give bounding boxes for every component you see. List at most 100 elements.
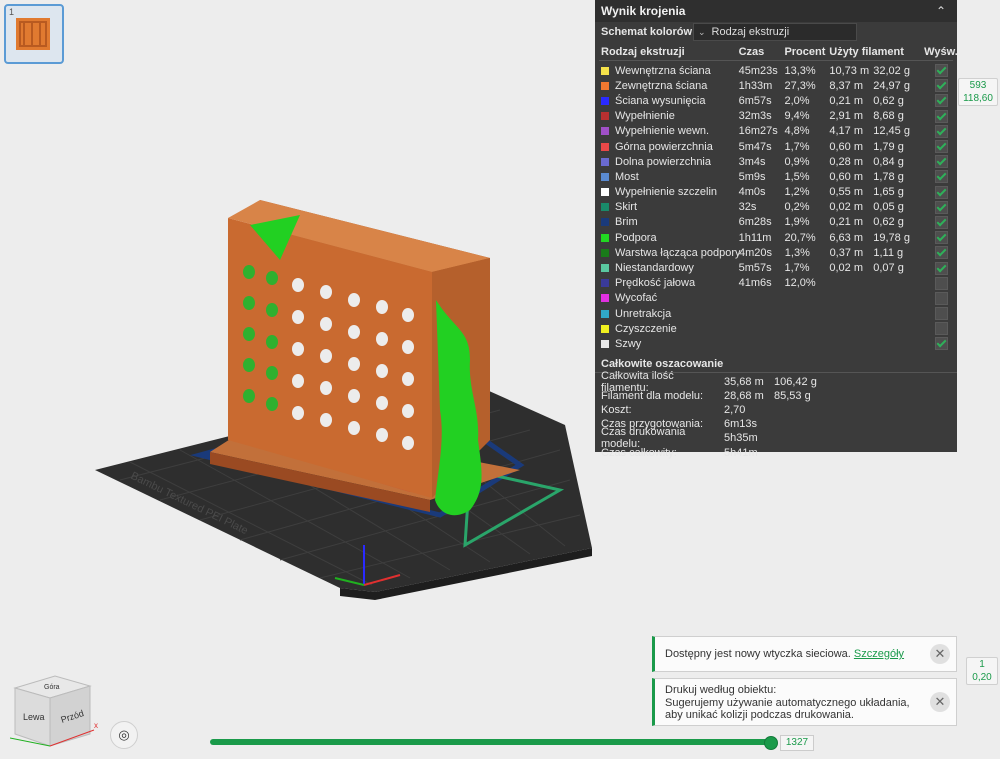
row-grams: 32,02 g	[873, 64, 910, 77]
close-icon[interactable]: ✕	[930, 644, 950, 664]
checkbox[interactable]	[934, 276, 948, 290]
estimate-row: Filament dla modelu: 28,68 m 85,53 g	[601, 389, 951, 403]
color-scheme-label: Schemat kolorów	[601, 26, 693, 38]
checkbox[interactable]	[934, 64, 948, 78]
row-time: 1h11m	[738, 231, 772, 244]
row-type: Niestandardowy	[601, 262, 739, 274]
checkbox[interactable]	[934, 79, 948, 93]
row-show-toggle[interactable]	[931, 94, 951, 108]
color-swatch	[601, 142, 609, 151]
row-type-label: Warstwa łącząca podpory	[615, 246, 741, 259]
row-type-label: Górna powierzchnia	[615, 140, 713, 153]
checkbox[interactable]	[934, 261, 948, 275]
row-show-toggle[interactable]	[931, 307, 951, 321]
color-swatch	[601, 172, 609, 181]
estimate-value: 28,68 m	[724, 389, 764, 402]
checkbox[interactable]	[934, 170, 948, 184]
plate-thumbnail[interactable]: 1	[4, 4, 64, 64]
move-slider-handle[interactable]	[764, 736, 778, 750]
row-show-toggle[interactable]	[931, 124, 951, 138]
row-show-toggle[interactable]	[931, 261, 951, 275]
arrange-line-1: Drukuj według obiektu:	[665, 684, 777, 696]
col-header-filament: Użyty filament	[829, 46, 904, 58]
row-show-toggle[interactable]	[931, 231, 951, 245]
row-show-toggle[interactable]	[931, 276, 951, 290]
row-type-label: Prędkość jałowa	[615, 277, 696, 290]
color-scheme-select[interactable]: ⌄ Rodzaj ekstruzji	[693, 23, 857, 41]
row-show-toggle[interactable]	[931, 155, 951, 169]
row-type-label: Zewnętrzna ściana	[615, 79, 708, 92]
table-row: Szwy	[599, 336, 953, 351]
row-show-toggle[interactable]	[931, 140, 951, 154]
row-type: Unretrakcja	[601, 308, 739, 320]
row-type-label: Podpora	[615, 231, 657, 244]
move-slider-track[interactable]	[210, 739, 770, 745]
row-show-toggle[interactable]	[931, 109, 951, 123]
row-time: 5m47s	[738, 140, 772, 153]
table-row: Most 5m9s 1,5% 0,60 m 1,78 g	[599, 169, 953, 184]
checkbox[interactable]	[934, 246, 948, 260]
estimate-value-2: 106,42 g	[774, 375, 817, 388]
row-type-label: Szwy	[615, 337, 642, 350]
row-show-toggle[interactable]	[931, 64, 951, 78]
slice-result-panel: Wynik krojenia ⌃ Schemat kolorów ⌄ Rodza…	[595, 0, 958, 459]
row-time: 1h33m	[738, 79, 773, 92]
row-meters: 0,55 m	[829, 186, 863, 199]
row-grams: 0,84 g	[873, 155, 904, 168]
row-type-label: Wypełnienie	[615, 110, 675, 123]
row-grams: 0,62 g	[873, 216, 904, 229]
row-show-toggle[interactable]	[931, 322, 951, 336]
row-show-toggle[interactable]	[931, 200, 951, 214]
layer-top-number: 593	[969, 80, 987, 91]
close-icon[interactable]: ✕	[930, 692, 950, 712]
checkbox[interactable]	[934, 231, 948, 245]
plugin-notification-text: Dostępny jest nowy wtyczka sieciowa.	[665, 648, 851, 660]
arrange-notification: Drukuj według obiektu: Sugerujemy używan…	[652, 678, 957, 726]
checkbox[interactable]	[934, 215, 948, 229]
checkbox[interactable]	[934, 291, 948, 305]
cube-left-label: Lewa	[23, 712, 45, 722]
checkbox[interactable]	[934, 140, 948, 154]
row-show-toggle[interactable]	[931, 337, 951, 351]
table-row: Czyszczenie	[599, 321, 953, 336]
collapse-chevron-up-icon[interactable]: ⌃	[933, 3, 949, 19]
row-show-toggle[interactable]	[931, 170, 951, 184]
estimate-list: Całkowita ilość filamentu: 35,68 m 106,42 …	[595, 370, 957, 460]
row-time: 45m23s	[738, 64, 778, 77]
estimate-label: Czas całkowity:	[601, 446, 677, 459]
table-row: Unretrakcja	[599, 306, 953, 321]
table-row: Wycofać	[599, 291, 953, 306]
row-type-label: Most	[615, 170, 639, 183]
checkbox[interactable]	[934, 307, 948, 321]
checkbox[interactable]	[934, 337, 948, 351]
layer-bottom-readout[interactable]: 1 0,20	[966, 657, 998, 685]
checkbox[interactable]	[934, 185, 948, 199]
checkbox[interactable]	[934, 94, 948, 108]
arrange-line-3: aby unikać kolizji podczas drukowania.	[665, 709, 854, 721]
estimate-value: 5h35m	[724, 432, 758, 445]
row-show-toggle[interactable]	[931, 185, 951, 199]
row-type-label: Wypełnienie wewn.	[615, 125, 710, 138]
color-swatch	[601, 233, 609, 242]
col-header-time: Czas	[738, 46, 765, 58]
row-type: Wypełnienie	[601, 110, 739, 122]
row-show-toggle[interactable]	[931, 215, 951, 229]
row-time: 4m0s	[738, 186, 766, 199]
row-show-toggle[interactable]	[931, 79, 951, 93]
details-link[interactable]: Szczegóły	[854, 648, 904, 660]
checkbox[interactable]	[934, 200, 948, 214]
checkbox[interactable]	[934, 124, 948, 138]
row-meters: 10,73 m	[829, 64, 870, 77]
row-show-toggle[interactable]	[931, 291, 951, 305]
row-show-toggle[interactable]	[931, 246, 951, 260]
row-type: Warstwa łącząca podpory	[601, 246, 741, 259]
view-cube[interactable]: Lewa Przód Góra x	[9, 668, 105, 755]
checkbox[interactable]	[934, 322, 948, 336]
row-percent: 27,3%	[784, 79, 816, 92]
checkbox[interactable]	[934, 109, 948, 123]
estimate-label: Filament dla modelu:	[601, 389, 704, 402]
checkbox[interactable]	[934, 155, 948, 169]
layer-top-readout[interactable]: 593 118,60	[958, 78, 998, 106]
recenter-view-icon[interactable]: ◎	[110, 721, 138, 749]
row-type: Górna powierzchnia	[601, 141, 739, 153]
